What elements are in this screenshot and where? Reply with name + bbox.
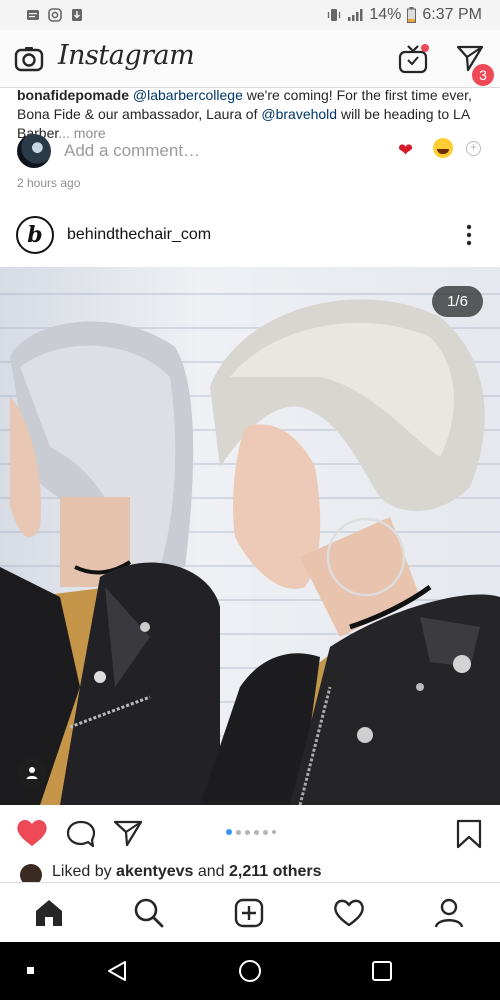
search-icon[interactable]	[133, 897, 165, 929]
instagram-logo: Instagram	[58, 40, 195, 71]
igtv-notification-dot	[421, 44, 429, 52]
message-icon	[27, 10, 39, 20]
laughing-emoji-button[interactable]	[433, 138, 453, 158]
carousel-dot	[236, 829, 241, 835]
liker-avatar	[20, 864, 42, 882]
avatar	[17, 134, 51, 168]
status-bar: 14% 6:37 PM	[0, 0, 500, 30]
back-icon[interactable]	[105, 959, 129, 983]
carousel-counter: 1/6	[432, 286, 483, 317]
system-status: 14% 6:37 PM	[327, 6, 482, 24]
post-username[interactable]: behindthechair_com	[67, 226, 211, 244]
likes-middle: and	[193, 863, 230, 880]
carousel-dots	[226, 829, 276, 835]
avatar-letter: b	[27, 222, 43, 248]
direct-badge: 3	[472, 64, 494, 86]
camera-icon[interactable]	[14, 44, 44, 74]
post-photo[interactable]	[0, 267, 500, 805]
notification-icons	[26, 8, 84, 22]
home-icon[interactable]	[33, 897, 65, 929]
battery-icon	[407, 7, 417, 23]
share-icon[interactable]	[113, 819, 143, 847]
caption-mention[interactable]: @bravehold	[261, 106, 337, 122]
post-timestamp: 2 hours ago	[17, 176, 81, 190]
photo-illustration	[0, 299, 500, 805]
carousel-dot	[272, 830, 276, 834]
heart-icon[interactable]	[16, 818, 48, 848]
recent-dot-icon[interactable]	[25, 959, 37, 983]
comment-input[interactable]: Add a comment…	[64, 141, 200, 161]
overview-icon[interactable]	[370, 959, 394, 983]
home-button-icon[interactable]	[238, 959, 262, 983]
carousel-dot	[254, 829, 259, 835]
clock: 6:37 PM	[422, 6, 482, 23]
likes-summary[interactable]: Liked by akentyevs and 2,211 others	[0, 860, 500, 882]
likes-prefix: Liked by	[52, 863, 117, 880]
android-nav-bar	[0, 942, 500, 1000]
carousel-dot	[263, 829, 268, 835]
post-author-avatar[interactable]: b	[16, 216, 54, 254]
instagram-notification-icon	[48, 8, 62, 22]
user-tag-icon[interactable]	[17, 758, 47, 788]
carousel-dot-active	[226, 829, 232, 835]
vibrate-icon	[328, 9, 341, 21]
profile-icon[interactable]	[433, 897, 465, 929]
heart-emoji-button[interactable]: ❤	[398, 140, 413, 161]
bookmark-icon[interactable]	[456, 819, 482, 849]
signal-icon	[348, 9, 363, 21]
post-actions	[0, 812, 500, 856]
comment-icon[interactable]	[66, 819, 96, 849]
carousel-dot	[245, 829, 250, 835]
caption-mention[interactable]: @labarbercollege	[133, 87, 243, 103]
download-icon	[72, 9, 82, 21]
likes-text: Liked by akentyevs and 2,211 others	[52, 863, 322, 881]
person-icon	[26, 767, 38, 779]
liker-username[interactable]: akentyevs	[116, 863, 193, 880]
app-header: Instagram 3	[0, 30, 500, 88]
add-post-icon[interactable]	[233, 897, 265, 929]
add-comment-row: Add a comment… ❤ +	[0, 132, 500, 172]
more-icon[interactable]	[464, 224, 474, 246]
post-header: b behindthechair_com	[0, 210, 500, 266]
add-emoji-button[interactable]: +	[466, 141, 481, 156]
caption-username[interactable]: bonafidepomade	[17, 87, 129, 103]
bottom-nav	[0, 882, 500, 942]
likes-count[interactable]: 2,211 others	[229, 863, 322, 880]
activity-heart-icon[interactable]	[333, 897, 365, 929]
battery-percent: 14%	[369, 6, 402, 23]
